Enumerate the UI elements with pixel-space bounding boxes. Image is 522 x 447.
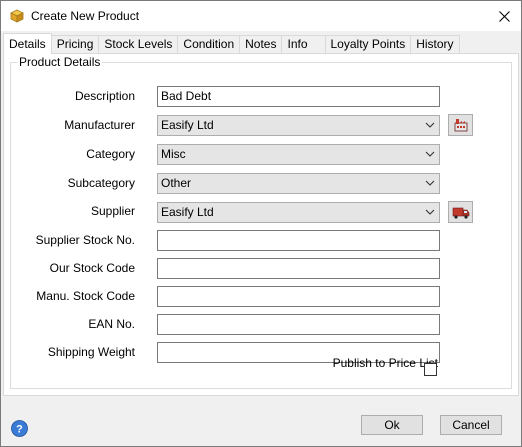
description-field[interactable]: Bad Debt [157,86,440,107]
supplier-select[interactable]: Easify Ltd [157,202,440,223]
close-button[interactable] [487,1,521,31]
close-icon [498,10,510,22]
window-title: Create New Product [31,9,140,23]
manu-stock-code-label: Manu. Stock Code [36,289,135,303]
create-product-dialog: Create New Product Details Pricing Stock… [0,0,522,447]
manufacturer-label: Manufacturer [64,118,135,132]
factory-icon [454,119,467,132]
supplier-label: Supplier [90,204,135,218]
product-box-icon [10,9,24,23]
subcategory-value: Other [161,176,192,190]
ok-button[interactable]: Ok [361,415,423,435]
category-label: Category [86,147,135,161]
help-icon[interactable]: ? [11,420,28,437]
shipping-weight-label: Shipping Weight [47,345,135,359]
tab-notes[interactable]: Notes [239,35,283,54]
supplier-stock-no-label: Supplier Stock No. [35,233,135,247]
supplier-value: Easify Ltd [161,205,214,219]
tab-pricing[interactable]: Pricing [50,35,100,54]
chevron-down-icon [425,151,435,157]
cancel-button[interactable]: Cancel [440,415,502,435]
ean-no-label: EAN No. [88,317,135,331]
publish-to-price-list-checkbox[interactable] [424,363,437,376]
tab-stock-levels[interactable]: Stock Levels [98,35,179,54]
subcategory-label: Subcategory [67,176,135,190]
group-title: Product Details [17,55,103,69]
product-details-group: Product Details Description Bad Debt Man… [10,55,512,389]
chevron-down-icon [425,180,435,186]
tab-condition[interactable]: Condition [177,35,241,54]
tab-strip: Details Pricing Stock Levels Condition N… [3,33,460,54]
publish-to-price-list-label: Publish to Price List [332,356,438,370]
ean-no-field[interactable] [157,314,440,335]
our-stock-code-label: Our Stock Code [49,261,135,275]
our-stock-code-field[interactable] [157,258,440,279]
description-label: Description [74,89,135,103]
category-select[interactable]: Misc [157,144,440,165]
details-panel: Product Details Description Bad Debt Man… [3,53,519,396]
manufacturer-lookup-button[interactable] [448,114,473,136]
supplier-lookup-button[interactable] [448,201,473,223]
manu-stock-code-field[interactable] [157,286,440,307]
title-bar: Create New Product [1,1,521,31]
manufacturer-select[interactable]: Easify Ltd [157,115,440,136]
tab-loyalty-points[interactable]: Loyalty Points [324,35,412,54]
svg-text:?: ? [16,424,23,436]
tab-info[interactable]: Info [281,35,326,54]
category-value: Misc [161,147,186,161]
tab-history[interactable]: History [410,35,460,54]
subcategory-select[interactable]: Other [157,173,440,194]
tab-details[interactable]: Details [3,33,52,54]
supplier-stock-no-field[interactable] [157,230,440,251]
chevron-down-icon [425,209,435,215]
manufacturer-value: Easify Ltd [161,118,214,132]
delivery-truck-icon [452,207,469,219]
chevron-down-icon [425,122,435,128]
